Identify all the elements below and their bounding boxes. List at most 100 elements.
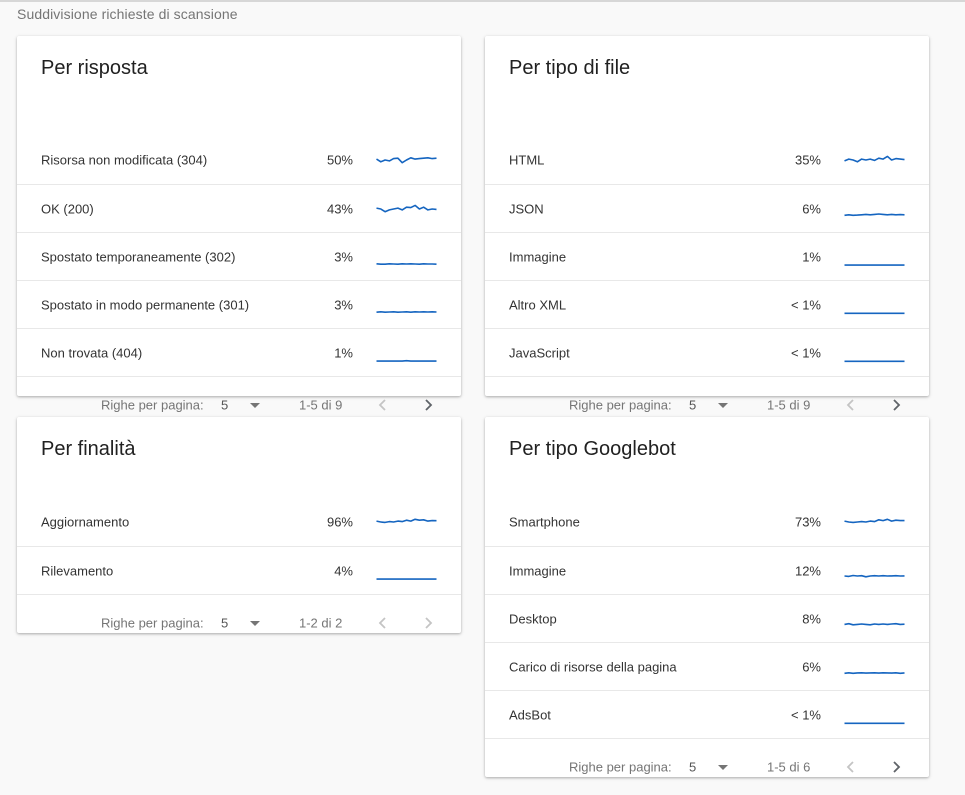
chevron-right-icon[interactable] [888, 759, 904, 775]
pagination-footer: Righe per pagina: 5 1-5 di 6 [485, 738, 929, 795]
row-percentage: 3% [334, 249, 353, 264]
trend-line [845, 214, 905, 215]
trend-sparkline [844, 511, 905, 533]
card-per-tipo-googlebot: Per tipo Googlebot Smartphone 73% Immagine… [485, 417, 929, 777]
chevron-right-icon[interactable] [420, 397, 436, 413]
row-label: Altro XML [509, 297, 566, 312]
table-row[interactable]: OK (200) 43% [17, 184, 461, 232]
row-percentage: < 1% [791, 297, 821, 312]
table-row[interactable]: HTML 35% [485, 136, 929, 184]
card-rows: Aggiornamento96% Rilevamento 4% [17, 498, 461, 594]
row-percentage: 73% [795, 515, 821, 530]
card-title: Per risposta [41, 57, 148, 80]
row-percentage: 12% [795, 563, 821, 578]
trend-line [845, 672, 905, 673]
rows-per-page-label: Righe per pagina: [569, 398, 672, 413]
table-row[interactable]: AdsBot< 1% [485, 690, 929, 738]
trend-sparkline [844, 656, 905, 678]
section-title: Suddivisione richieste di scansione [17, 6, 238, 22]
card-title: Per tipo Googlebot [509, 438, 676, 461]
card-rows: HTML35%JSON6%Immagine1%Altro XML< 1%Java… [485, 136, 929, 376]
card-title: Per tipo di file [509, 57, 630, 80]
trend-line [845, 575, 905, 576]
row-label: Spostato in modo permanente (301) [41, 297, 249, 312]
row-label: Desktop [509, 611, 557, 626]
table-row[interactable]: Spostato in modo permanente (301)3% [17, 280, 461, 328]
trend-sparkline [844, 342, 905, 364]
row-label: Carico di risorse della pagina [509, 659, 677, 674]
triangle-down-icon[interactable] [249, 400, 261, 410]
row-percentage: 4% [334, 563, 353, 578]
row-label: Immagine [509, 563, 566, 578]
trend-sparkline [376, 246, 437, 268]
trend-sparkline [844, 560, 905, 582]
pagination-range: 1-5 di 9 [767, 398, 810, 413]
trend-sparkline [376, 198, 437, 220]
trend-sparkline [844, 608, 905, 630]
pagination-range: 1-2 di 2 [299, 616, 342, 631]
row-label: Non trovata (404) [41, 345, 142, 360]
pagination-range: 1-5 di 6 [767, 760, 810, 775]
trend-sparkline [844, 149, 905, 171]
card-per-risposta: Per risposta Risorsa non modificata (304… [17, 36, 461, 396]
rows-per-page-label: Righe per pagina: [101, 398, 204, 413]
triangle-down-icon[interactable] [249, 618, 261, 628]
rows-per-page-label: Righe per pagina: [569, 760, 672, 775]
row-label: Rilevamento [41, 563, 113, 578]
triangle-down-icon[interactable] [717, 400, 729, 410]
table-row[interactable]: Spostato temporaneamente (302) 3% [17, 232, 461, 280]
table-row[interactable]: Smartphone 73% [485, 498, 929, 546]
rows-per-page-value[interactable]: 5 [221, 616, 228, 631]
row-label: JSON [509, 201, 544, 216]
trend-line [845, 156, 905, 161]
table-row[interactable]: Risorsa non modificata (304) 50% [17, 136, 461, 184]
top-divider [0, 0, 965, 2]
chevron-right-icon [420, 615, 436, 631]
table-row[interactable]: Aggiornamento96% [17, 498, 461, 546]
table-row[interactable]: Immagine 12% [485, 546, 929, 594]
chevron-left-icon [375, 615, 391, 631]
triangle-down-icon[interactable] [717, 762, 729, 772]
row-label: HTML [509, 153, 544, 168]
chevron-right-icon[interactable] [888, 397, 904, 413]
chevron-left-icon [843, 397, 859, 413]
card-rows: Smartphone 73% Immagine 12% Desktop 8% Carico … [485, 498, 929, 738]
row-label: OK (200) [41, 201, 94, 216]
rows-per-page-value[interactable]: 5 [689, 760, 696, 775]
rows-per-page-label: Righe per pagina: [101, 616, 204, 631]
trend-sparkline [844, 704, 905, 726]
row-percentage: 43% [327, 201, 353, 216]
row-label: Smartphone [509, 515, 580, 530]
row-percentage: 8% [802, 611, 821, 626]
row-percentage: 50% [327, 153, 353, 168]
table-row[interactable]: JavaScript< 1% [485, 328, 929, 376]
row-label: Aggiornamento [41, 515, 129, 530]
table-row[interactable]: Carico di risorse della pagina 6% [485, 642, 929, 690]
pagination-range: 1-5 di 9 [299, 398, 342, 413]
trend-line [377, 519, 437, 522]
table-row[interactable]: Altro XML < 1% [485, 280, 929, 328]
row-percentage: < 1% [791, 345, 821, 360]
trend-sparkline [844, 294, 905, 316]
table-row[interactable]: JSON6% [485, 184, 929, 232]
row-percentage: 6% [802, 659, 821, 674]
row-label: Risorsa non modificata (304) [41, 153, 207, 168]
card-rows: Risorsa non modificata (304) 50% OK (200) 4… [17, 136, 461, 376]
chevron-left-icon [375, 397, 391, 413]
row-percentage: < 1% [791, 707, 821, 722]
table-row[interactable]: Desktop 8% [485, 594, 929, 642]
trend-sparkline [376, 560, 437, 582]
row-percentage: 35% [795, 153, 821, 168]
rows-per-page-value[interactable]: 5 [689, 398, 696, 413]
table-row[interactable]: Non trovata (404)1% [17, 328, 461, 376]
table-row[interactable]: Immagine1% [485, 232, 929, 280]
rows-per-page-value[interactable]: 5 [221, 398, 228, 413]
card-title: Per finalità [41, 438, 136, 461]
trend-line [377, 158, 437, 163]
trend-sparkline [376, 149, 437, 171]
trend-line [845, 623, 905, 624]
card-per-finalita: Per finalità Aggiornamento96%Rilevamento… [17, 417, 461, 633]
table-row[interactable]: Rilevamento 4% [17, 546, 461, 594]
row-label: Spostato temporaneamente (302) [41, 249, 235, 264]
trend-line [377, 205, 437, 211]
